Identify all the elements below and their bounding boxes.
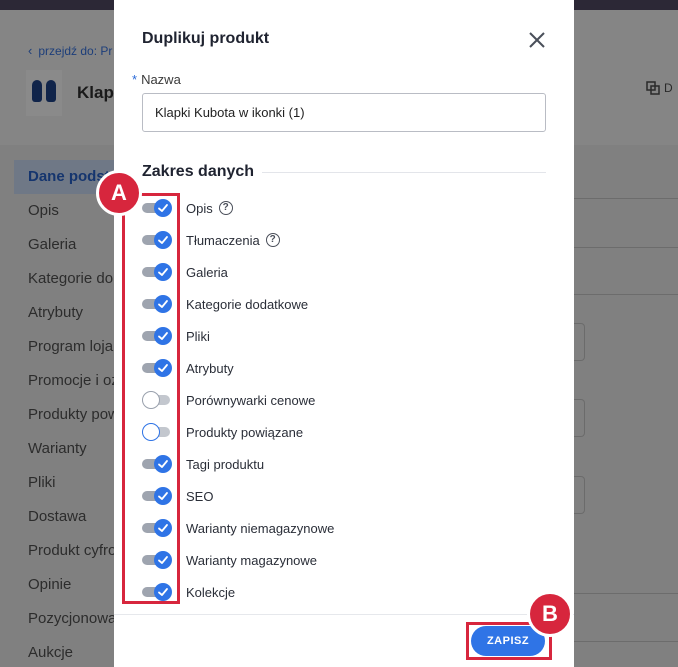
annotation-badge-a: A: [96, 170, 142, 216]
option-label: Pliki: [186, 328, 210, 344]
slipper-icon: [46, 80, 56, 102]
option-label: Kolekcje: [186, 584, 236, 600]
highlight-a: [122, 193, 180, 604]
background-input: [573, 323, 585, 361]
sidebar-item[interactable]: Produkty pow: [14, 398, 114, 432]
sidebar-item[interactable]: Galeria: [14, 228, 114, 262]
sidebar-item[interactable]: Promocje i oz: [14, 364, 114, 398]
close-icon[interactable]: [527, 30, 547, 50]
duplicate-action[interactable]: D: [664, 81, 673, 95]
duplicate-icon[interactable]: [646, 81, 660, 95]
background-input: [573, 399, 585, 437]
required-icon: *: [132, 72, 138, 87]
option-label: Galeria: [186, 264, 228, 280]
sidebar-item[interactable]: Atrybuty: [14, 296, 114, 330]
option-label: Warianty niemagazynowe: [186, 520, 335, 536]
name-input[interactable]: [142, 93, 546, 132]
slipper-icon: [32, 80, 42, 102]
sidebar-item[interactable]: Kategorie do: [14, 262, 114, 296]
chevron-left-icon: ‹: [28, 43, 33, 58]
option-label: Produkty powiązane: [186, 424, 304, 440]
divider: [573, 198, 678, 199]
option-label: Opis: [186, 200, 213, 216]
help-icon[interactable]: ?: [265, 233, 280, 247]
background-input: [573, 476, 585, 514]
sidebar-item[interactable]: Aukcje: [14, 636, 114, 667]
annotation-badge-b: B: [527, 591, 573, 637]
option-label: SEO: [186, 488, 214, 504]
sidebar-item[interactable]: Opinie: [14, 568, 114, 602]
option-label: Atrybuty: [186, 360, 234, 376]
divider: [573, 593, 678, 594]
sidebar-item[interactable]: Warianty: [14, 432, 114, 466]
sidebar-item[interactable]: Produkt cyfro: [14, 534, 114, 568]
duplicate-product-modal: Duplikuj produkt *Nazwa Zakres danych Op…: [114, 0, 574, 667]
product-thumbnail: [26, 70, 62, 116]
divider: [573, 294, 678, 295]
option-label: Porównywarki cenowe: [186, 392, 316, 408]
modal-title: Duplikuj produkt: [142, 30, 270, 47]
sidebar-item[interactable]: Pozycjonowa: [14, 602, 114, 636]
divider: [573, 247, 678, 248]
divider: [573, 641, 678, 642]
sidebar-item[interactable]: Dostawa: [14, 500, 114, 534]
option-label: Tłumaczenia: [186, 232, 260, 248]
option-label: Warianty magazynowe: [186, 552, 318, 568]
section-title: Zakres danych: [142, 163, 255, 180]
side-menu: Dane podst Opis Galeria Kategorie do Atrybut…: [14, 160, 114, 667]
sidebar-item[interactable]: Pliki: [14, 466, 114, 500]
section-divider: [262, 172, 546, 173]
name-label: * Nazwa: [132, 72, 181, 87]
option-label: Tagi produktu: [186, 456, 265, 472]
help-icon[interactable]: ?: [218, 201, 233, 215]
back-link[interactable]: ‹ przejdź do: Pr: [28, 43, 112, 58]
option-label: Kategorie dodatkowe: [186, 296, 309, 312]
footer-divider: [114, 614, 574, 615]
sidebar-item[interactable]: Program loja: [14, 330, 114, 364]
